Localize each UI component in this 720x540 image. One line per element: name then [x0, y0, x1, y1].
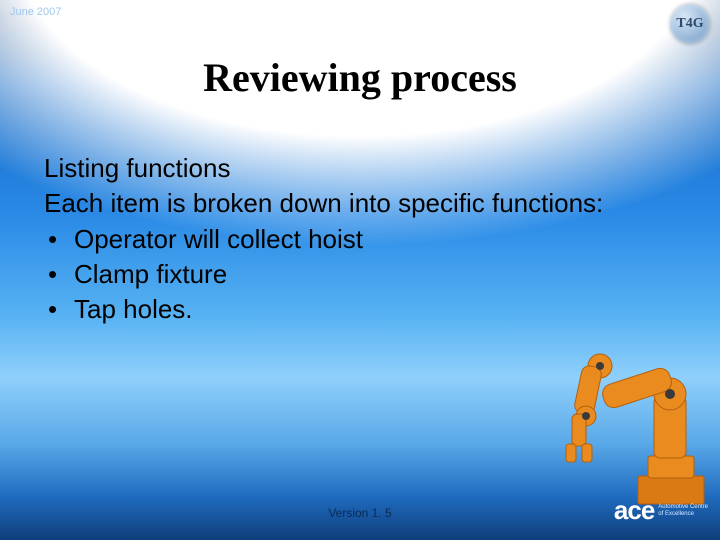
ace-c: c: [627, 495, 640, 525]
ace-subtext: Automotive Centre of Excellence: [658, 504, 708, 517]
date-label: June 2007: [10, 6, 61, 18]
bullet-item: Operator will collect hoist: [44, 223, 660, 256]
version-label: Version 1. 5: [0, 506, 720, 520]
ace-sub-line1: Automotive Centre: [658, 504, 708, 510]
bullet-item: Tap holes.: [44, 293, 660, 326]
ace-e: e: [641, 495, 654, 525]
lead-line: Each item is broken down into specific f…: [44, 187, 660, 220]
slide-title: Reviewing process: [0, 54, 720, 101]
bottom-logo: ace Automotive Centre of Excellence: [614, 495, 708, 526]
bullet-item: Clamp fixture: [44, 258, 660, 291]
bullet-list: Operator will collect hoist Clamp fixtur…: [44, 223, 660, 327]
subtitle: Listing functions: [44, 152, 660, 185]
content-area: Listing functions Each item is broken do…: [44, 152, 660, 328]
top-logo: T4G: [670, 4, 710, 44]
ace-sub-line2: of Excellence: [658, 511, 694, 517]
top-logo-text: T4G: [676, 16, 703, 32]
slide: June 2007 T4G Reviewing process Listing …: [0, 0, 720, 540]
robot-arm-graphic: [542, 306, 712, 506]
ace-a: a: [614, 495, 627, 525]
ace-logo-text: ace: [614, 495, 654, 526]
